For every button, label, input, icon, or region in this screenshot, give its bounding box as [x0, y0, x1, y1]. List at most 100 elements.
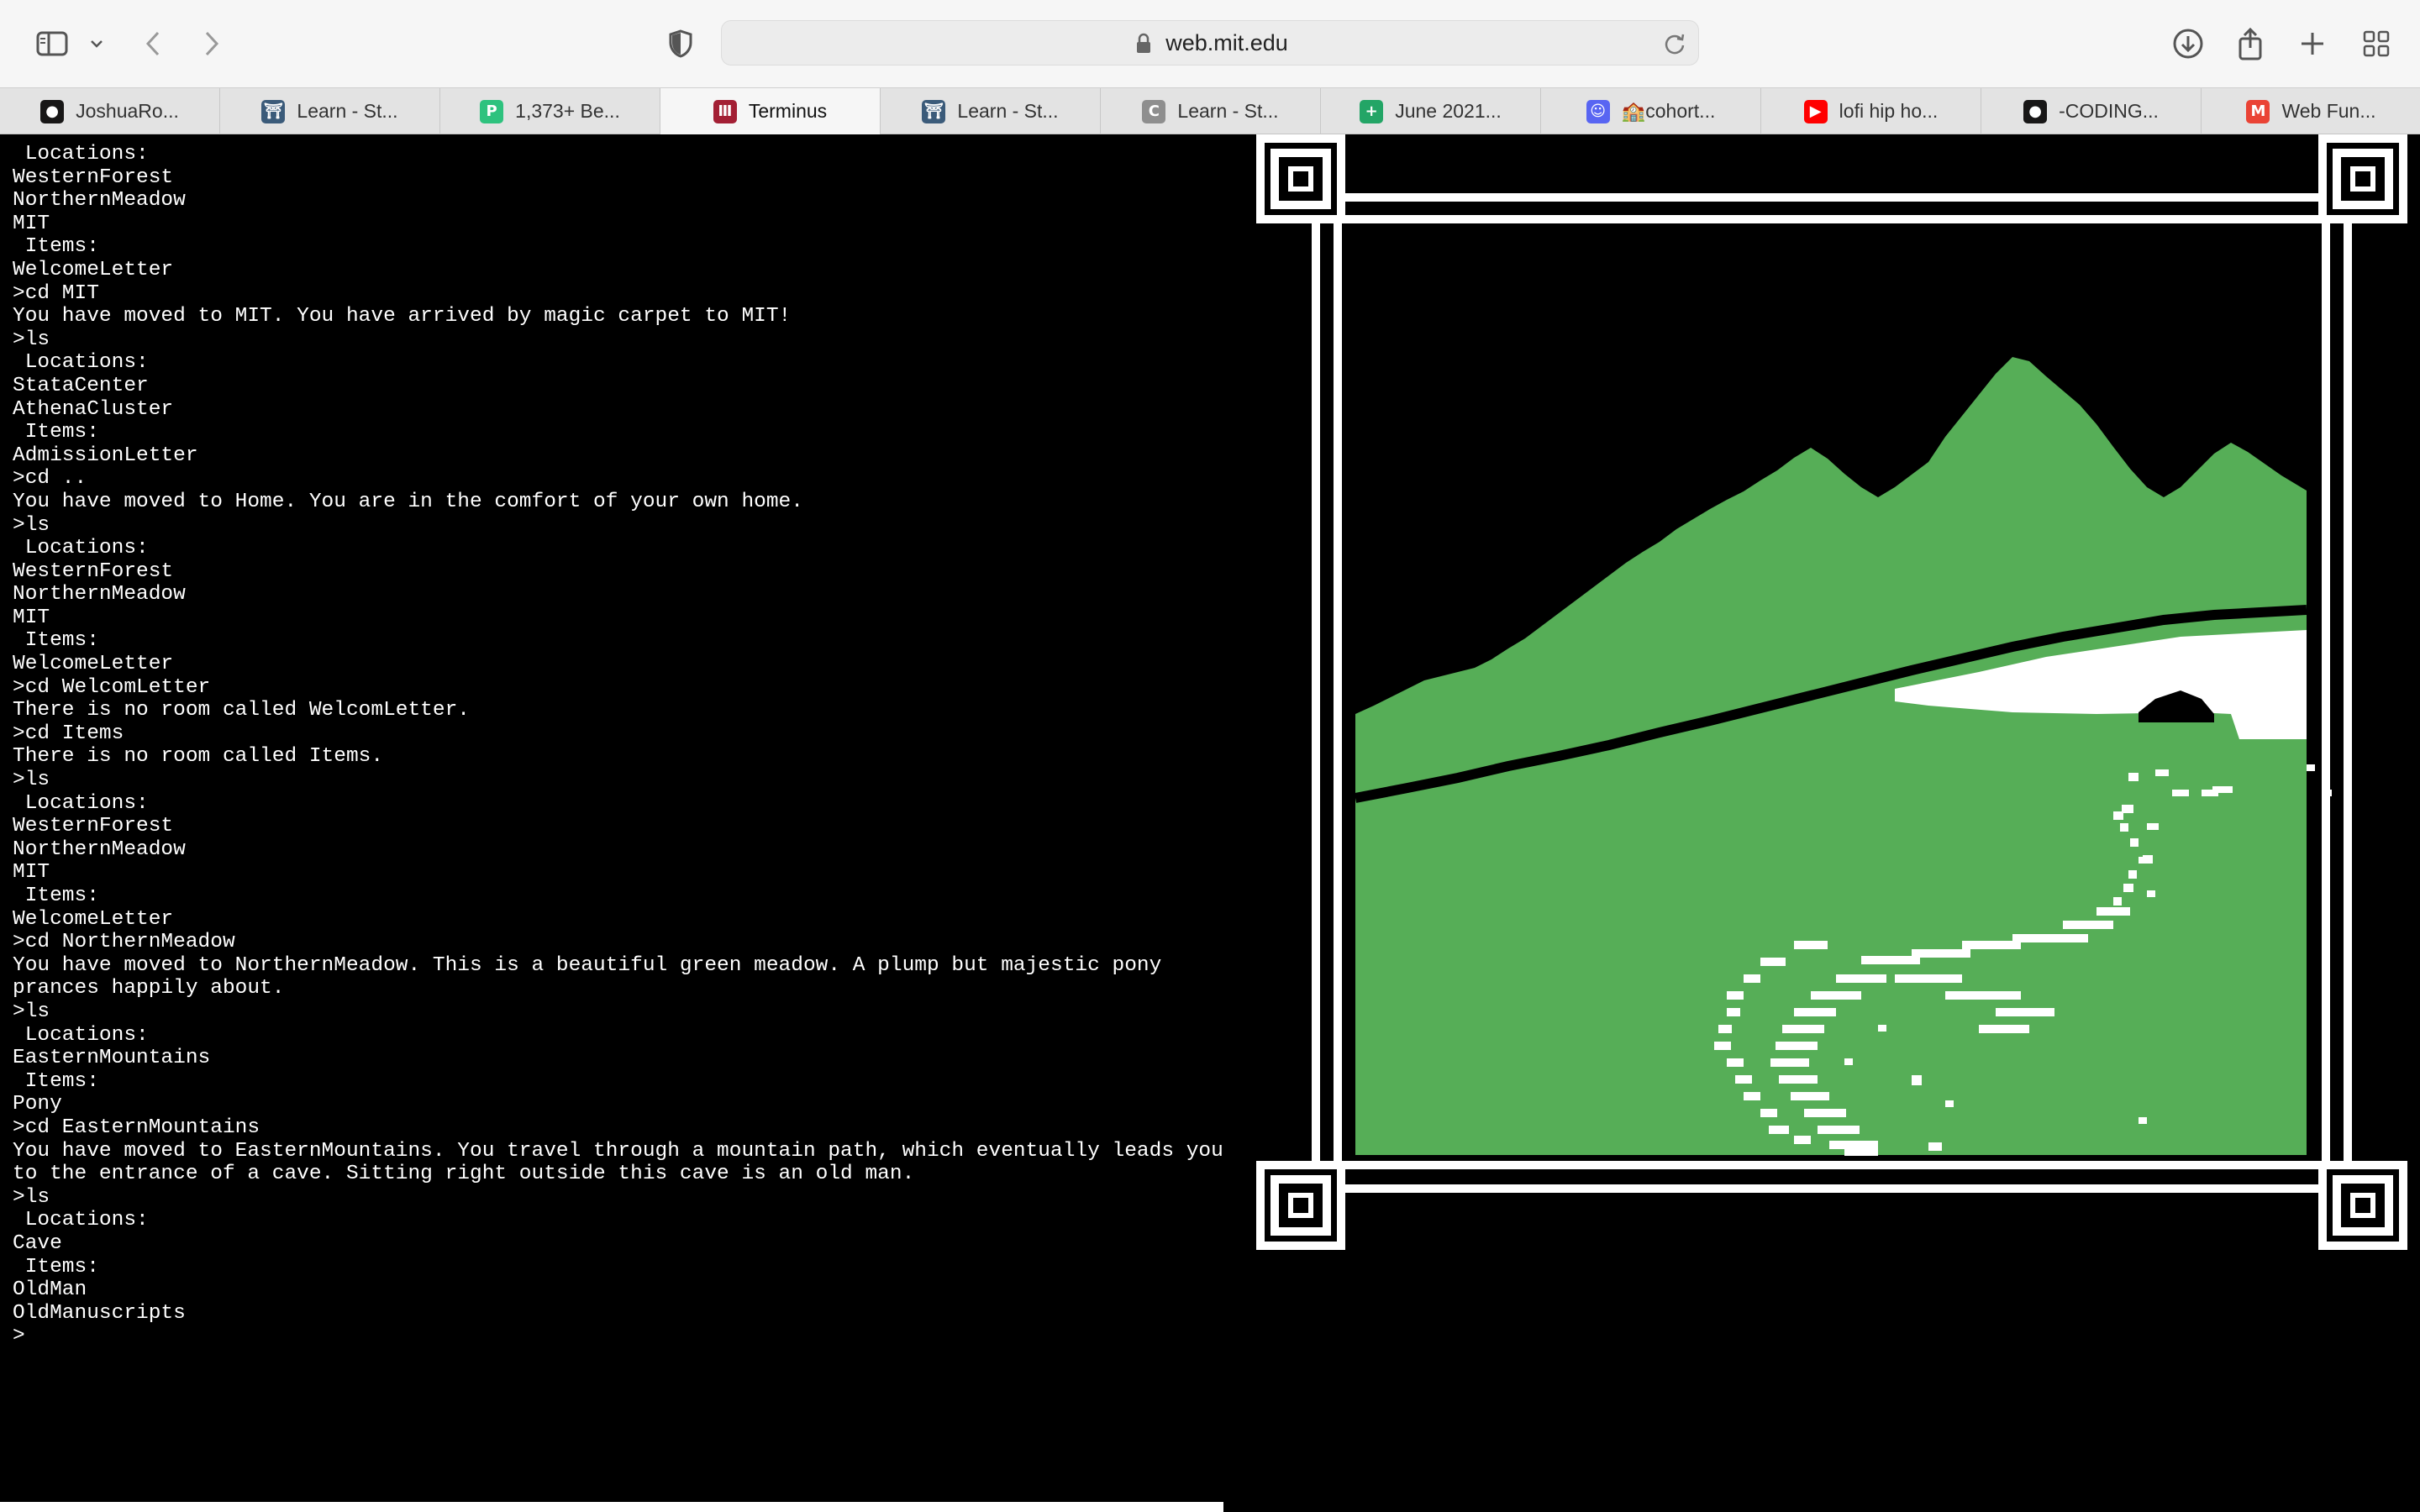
frame-corner-knot: [1256, 134, 1345, 223]
path-pixel: [1979, 1025, 2029, 1033]
path-pixel: [1744, 974, 1760, 983]
terminal-command-line: >cd MIT: [13, 281, 99, 305]
path-pixel: [2113, 897, 2122, 906]
frame-right-bar: [2344, 218, 2352, 1168]
discord-icon: ☺: [1586, 99, 1610, 123]
terminal-output-line: OldManuscripts: [13, 1301, 186, 1325]
tab-8[interactable]: ☺ 🏫cohort...: [1541, 88, 1761, 134]
terminal-output-line: Locations:: [13, 351, 149, 375]
tab-label: June 2021...: [1395, 100, 1502, 122]
frame-top-bar: [1307, 193, 2357, 202]
terminal-output-line: MIT: [13, 606, 50, 629]
back-icon[interactable]: [139, 25, 166, 62]
path-pixel: [1735, 1075, 1752, 1084]
terminal-output-line: MIT: [13, 212, 50, 235]
sidebar-toggle-icon[interactable]: [34, 25, 71, 62]
tab-bar: ● JoshuaRo... ⛩ Learn - St... P 1,373+ Be... Ⅲ…: [0, 87, 2420, 134]
terminal-command-line: >cd EasternMountains: [13, 1116, 260, 1139]
tab-overview-icon[interactable]: [2360, 25, 2393, 62]
path-pixel: [1760, 1109, 1777, 1117]
meadow-picture-frame: [1256, 134, 2407, 1250]
path-pixel: [1727, 1058, 1744, 1067]
terminal-output-line: There is no room called WelcomLetter.: [13, 699, 470, 722]
new-tab-icon[interactable]: [2296, 25, 2329, 62]
terminal-command-line: >cd Items: [13, 722, 124, 745]
path-pixel: [2323, 790, 2332, 796]
chevron-down-icon[interactable]: [86, 25, 108, 62]
terminal-output-line: Locations:: [13, 143, 149, 165]
path-pixel: [1791, 1092, 1829, 1100]
frame-bottom-bar: [1256, 1161, 2407, 1169]
tab-9[interactable]: ▶ lofi hip ho...: [1761, 88, 1981, 134]
gate-icon: ⛩: [922, 99, 946, 123]
tab-11[interactable]: M Web Fun...: [2202, 88, 2420, 134]
tab-6[interactable]: C Learn - St...: [1101, 88, 1321, 134]
frame-corner-knot: [2318, 134, 2407, 223]
p-logo-icon: P: [480, 99, 504, 123]
terminal-output-line: StataCenter: [13, 374, 149, 397]
address-bar[interactable]: web.mit.edu: [721, 20, 1699, 66]
terminal-output-line: You have moved to NorthernMeadow. This i…: [13, 953, 1162, 977]
terminal-command-line: >ls: [13, 1185, 50, 1209]
terminal-output-line: Locations:: [13, 537, 149, 560]
terminal-output-line: Items:: [13, 1069, 99, 1093]
terminal-output-line: WelcomeLetter: [13, 907, 174, 931]
terminal-command-line: >cd ..: [13, 467, 87, 491]
terminal-command-line: >cd NorthernMeadow: [13, 931, 235, 954]
path-pixel: [1727, 1008, 1740, 1016]
terminal-output-line: You have moved to Home. You are in the c…: [13, 490, 803, 513]
path-pixel: [2155, 769, 2169, 776]
path-pixel: [1769, 1126, 1789, 1134]
gate-icon: ⛩: [261, 99, 286, 123]
path-pixel: [2130, 838, 2139, 847]
terminal-output-line: Locations:: [13, 1023, 149, 1047]
reload-icon[interactable]: [1663, 32, 1686, 60]
path-pixel: [1794, 941, 1828, 949]
downloads-icon[interactable]: [2170, 25, 2207, 62]
terminal-output-line: There is no room called Items.: [13, 745, 384, 769]
frame-corner-knot: [1256, 1161, 1345, 1250]
frame-right-bar: [2322, 218, 2330, 1168]
tab-2[interactable]: ⛩ Learn - St...: [220, 88, 440, 134]
terminal-output-line: WesternForest: [13, 165, 174, 189]
terminal-pane[interactable]: Locations: WesternForest NorthernMeadow MIT…: [0, 134, 1223, 1512]
terminal-output-line: Items:: [13, 885, 99, 907]
path-pixel: [1727, 991, 1744, 1000]
path-pixel: [2212, 786, 2233, 793]
terminal-output-line: Pony: [13, 1093, 62, 1116]
terminal-output-line: EasternMountains: [13, 1047, 211, 1070]
terminal-output-line: Items:: [13, 1255, 99, 1278]
terminal-command-line: >cd WelcomLetter: [13, 675, 211, 699]
share-icon[interactable]: [2233, 25, 2267, 62]
path-pixel: [1844, 1058, 1853, 1065]
tab-4[interactable]: Ⅲ Terminus: [660, 88, 881, 134]
terminal-command-line: >ls: [13, 513, 50, 537]
browser-toolbar: web.mit.edu: [0, 0, 2420, 87]
tab-10[interactable]: ● -CODING...: [1981, 88, 2202, 134]
horizontal-scrollbar[interactable]: [0, 1502, 1223, 1512]
sheets-icon: +: [1360, 99, 1384, 123]
youtube-icon: ▶: [1803, 99, 1828, 123]
terminal-output-line: MIT: [13, 861, 50, 885]
privacy-shield-icon[interactable]: [664, 25, 697, 62]
path-pixel: [1962, 941, 2021, 949]
tab-5[interactable]: ⛩ Learn - St...: [881, 88, 1101, 134]
path-pixel: [2139, 857, 2149, 864]
tab-1[interactable]: ● JoshuaRo...: [0, 88, 220, 134]
tab-label: Web Fun...: [2281, 100, 2376, 122]
terminal-command-line: >ls: [13, 1000, 50, 1023]
path-pixel: [2063, 921, 2113, 929]
terminal-output-line: WelcomeLetter: [13, 258, 174, 281]
tab-7[interactable]: + June 2021...: [1321, 88, 1541, 134]
path-pixel: [1744, 1092, 1760, 1100]
path-pixel: [2096, 907, 2130, 916]
forward-icon[interactable]: [198, 25, 225, 62]
url-text: web.mit.edu: [1165, 29, 1288, 55]
path-pixel: [1794, 1008, 1836, 1016]
frame-bottom-bar: [1307, 1184, 2357, 1193]
tab-label: Learn - St...: [1177, 100, 1279, 122]
path-pixel: [1829, 1141, 1878, 1149]
github-icon: ●: [40, 99, 65, 123]
path-pixel: [1861, 956, 1920, 964]
tab-3[interactable]: P 1,373+ Be...: [440, 88, 660, 134]
